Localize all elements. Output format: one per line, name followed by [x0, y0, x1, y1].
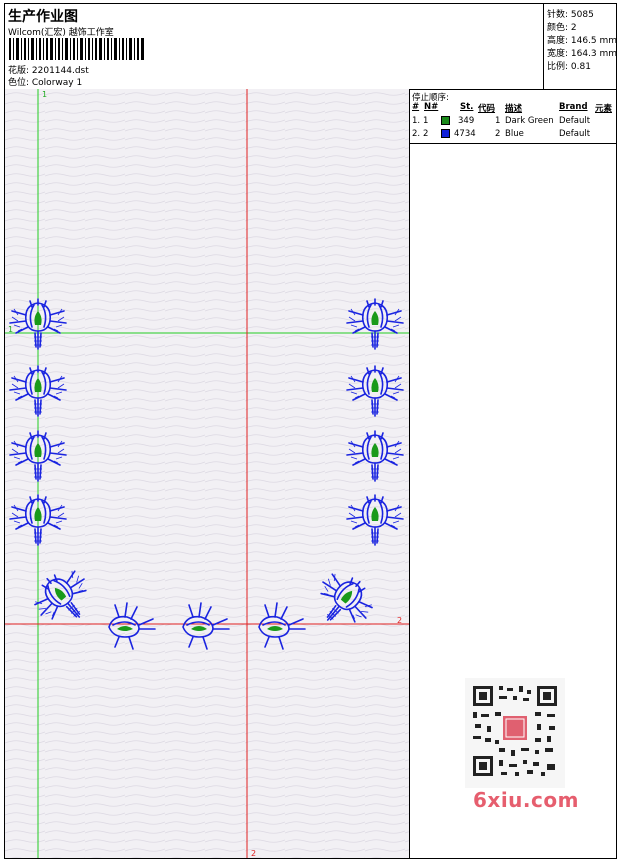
row-code: 2	[495, 129, 501, 139]
row-brand: Default	[559, 129, 591, 139]
design-canvas	[5, 89, 409, 858]
colorway-label: 色位: Colorway 1	[8, 78, 83, 88]
col-header-index: #	[412, 102, 420, 112]
design-height: 高度: 146.5 mm	[547, 36, 618, 46]
row-code: 1	[495, 116, 501, 126]
barcode	[9, 38, 144, 60]
design-scale: 比例: 0.81	[547, 62, 591, 72]
header: 生产作业图 Wilcom(汇宏) 越饰工作室 花版: 2201144.dst 色…	[5, 4, 617, 90]
row-index: 1.	[412, 116, 421, 126]
axis-label-red-bottom: 2	[251, 849, 257, 858]
col-header-brand: Brand	[559, 102, 588, 112]
design-preview: 1 1 2 2	[5, 89, 410, 858]
row-description: Dark Green	[505, 116, 554, 126]
stitch-count: 针数: 5085	[547, 10, 594, 20]
stats-box: 针数: 5085 颜色: 2 高度: 146.5 mm 宽度: 164.3 mm…	[543, 4, 617, 89]
row-n: 1	[423, 116, 429, 126]
color-count: 颜色: 2	[547, 23, 577, 33]
row-brand: Default	[559, 116, 591, 126]
color-swatch	[441, 129, 450, 138]
row-index: 2.	[412, 129, 421, 139]
col-header-code: 代码	[478, 104, 496, 114]
color-swatch	[441, 116, 450, 125]
page-title: 生产作业图	[8, 9, 78, 25]
axis-label-green-top: 1	[42, 90, 48, 99]
axis-label-red-right: 2	[397, 616, 403, 625]
qr-code	[465, 678, 565, 788]
watermark-logo: 6xiu.com	[473, 788, 579, 812]
col-header-element: 元素	[595, 104, 613, 114]
axis-label-green-left: 1	[8, 325, 14, 334]
row-n: 2	[423, 129, 429, 139]
row-description: Blue	[505, 129, 524, 139]
company-name: Wilcom(汇宏) 越饰工作室	[8, 28, 114, 38]
row-stitches: 4734	[454, 129, 476, 139]
row-stitches: 349	[458, 116, 475, 126]
col-header-n: N#	[424, 102, 439, 112]
col-header-stitches: St.	[460, 102, 474, 112]
stop-sequence-panel: 停止顺序: # N# St. 代码 描述 Brand 元素 1. 1 349 1…	[410, 89, 616, 144]
col-header-description: 描述	[505, 104, 523, 114]
design-width: 宽度: 164.3 mm	[547, 49, 618, 59]
